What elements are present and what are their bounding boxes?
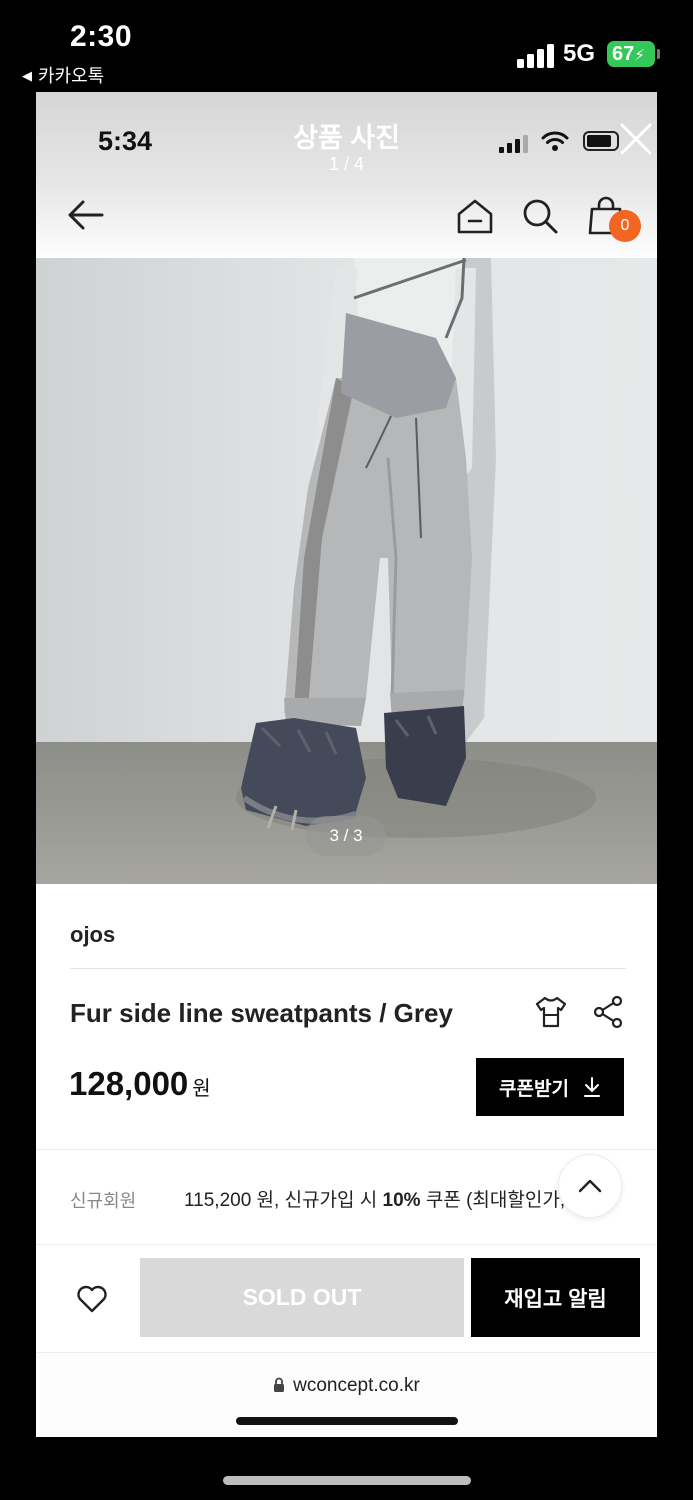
network-type: 5G	[563, 40, 596, 67]
price: 128,000 원	[69, 1065, 211, 1103]
price-currency: 원	[192, 1078, 211, 1100]
battery-level: 67	[612, 43, 635, 65]
chevron-up-icon	[578, 1179, 602, 1193]
back-to-app-link[interactable]: ◀ 카카오톡	[22, 62, 104, 88]
restock-alert-button[interactable]: 재입고 알림	[471, 1258, 640, 1337]
size-guide-shirt-icon[interactable]	[534, 995, 568, 1029]
lock-icon	[274, 1377, 285, 1392]
get-coupon-button[interactable]: 쿠폰받기	[476, 1058, 624, 1116]
inner-battery-icon	[583, 131, 619, 151]
cellular-signal-icon	[517, 42, 555, 68]
outer-clock: 2:30	[70, 20, 133, 53]
url-display: wconcept.co.kr	[36, 1375, 657, 1397]
price-value: 128,000	[69, 1065, 189, 1102]
member-price-label: 신규회원	[70, 1191, 137, 1211]
inner-home-indicator	[236, 1417, 458, 1425]
search-icon[interactable]	[521, 197, 559, 235]
share-icon[interactable]	[592, 995, 624, 1029]
heart-icon[interactable]	[76, 1284, 108, 1314]
member-coupon-text: 쿠폰 (최대할인가,	[420, 1190, 566, 1211]
photo-page-counter: 3 / 3	[306, 816, 386, 856]
inner-signal-icon	[499, 133, 529, 153]
download-icon	[583, 1077, 600, 1097]
coupon-label: 쿠폰받기	[499, 1078, 569, 1100]
divider	[36, 1149, 657, 1150]
cart-count-badge: 0	[609, 210, 641, 242]
product-title: Fur side line sweatpants / Grey	[70, 998, 453, 1028]
sold-out-button: SOLD OUT	[140, 1258, 464, 1337]
back-arrow-icon[interactable]	[66, 197, 106, 233]
brand-name[interactable]: ojos	[70, 922, 115, 948]
back-app-label: 카카오톡	[38, 66, 105, 86]
back-triangle-icon: ◀	[22, 68, 32, 83]
home-indicator[interactable]	[223, 1476, 471, 1485]
wifi-icon	[541, 131, 569, 151]
browser-url-bar[interactable]: wconcept.co.kr	[36, 1352, 657, 1437]
battery-icon: 67⚡	[607, 41, 655, 67]
outer-status-bar: 2:30 ◀ 카카오톡 5G 67⚡	[0, 0, 693, 92]
url-text: wconcept.co.kr	[293, 1375, 420, 1396]
divider	[36, 1244, 657, 1245]
viewer-counter: 1 / 4	[328, 154, 365, 174]
member-price-text: 115,200 원, 신규가입 시	[184, 1190, 383, 1211]
divider	[70, 968, 626, 969]
member-discount: 10%	[382, 1190, 421, 1211]
screenshot-viewer: 5:34 상품 사진 1 / 4 0 3 / 3 ojos Fur side l…	[36, 92, 657, 1437]
close-icon[interactable]	[619, 122, 653, 156]
member-price-info: 115,200 원, 신규가입 시 10% 쿠폰 (최대할인가,	[184, 1185, 565, 1212]
scroll-to-top-button[interactable]	[558, 1154, 622, 1218]
product-photo[interactable]	[36, 258, 657, 884]
home-icon[interactable]	[456, 197, 494, 235]
